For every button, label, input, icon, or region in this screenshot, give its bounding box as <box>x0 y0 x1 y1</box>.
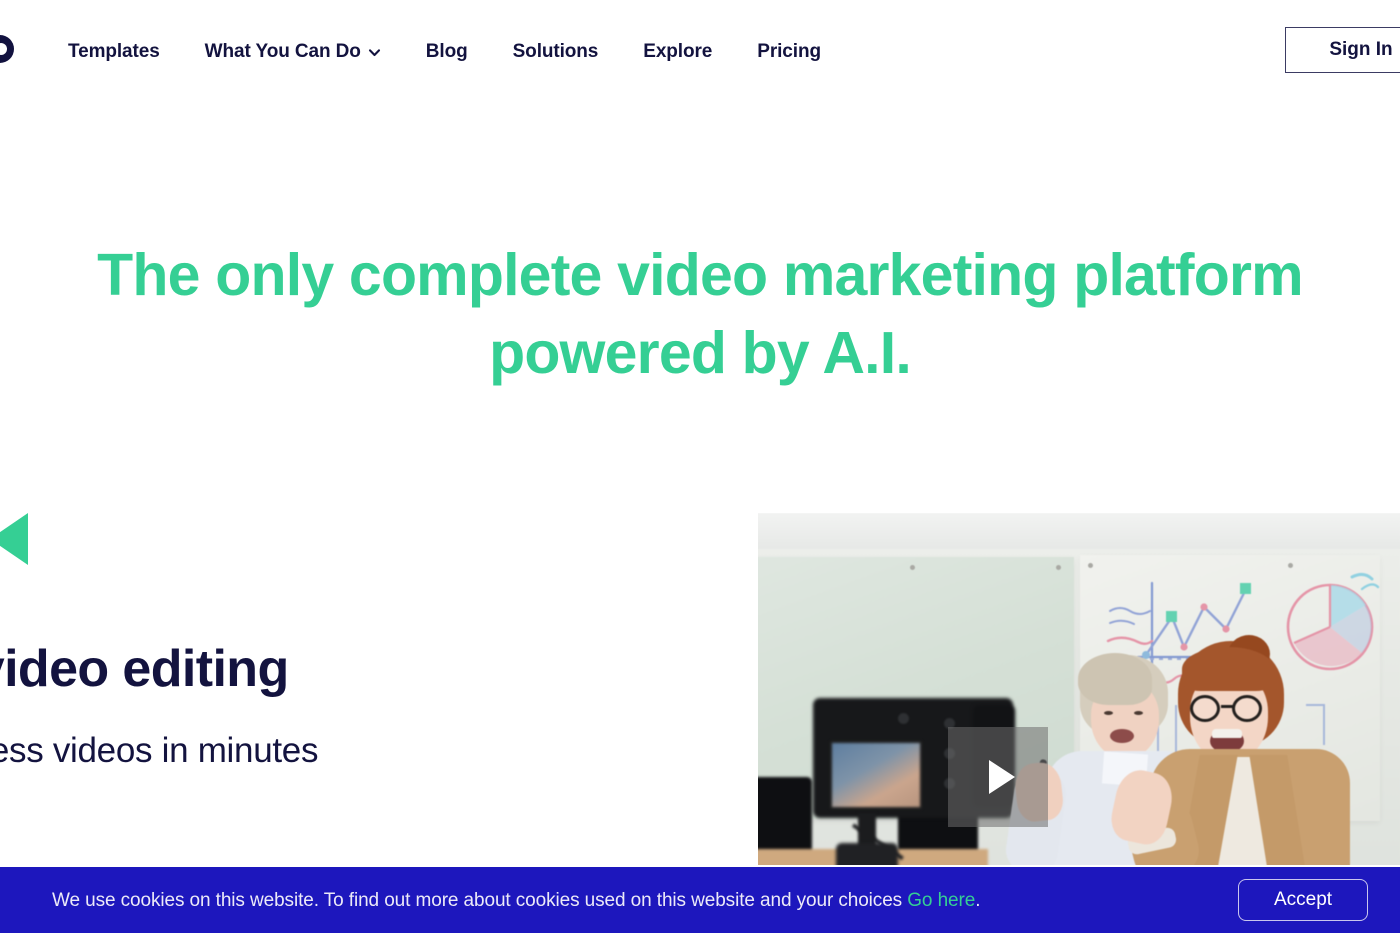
play-button[interactable] <box>948 727 1048 827</box>
feature-video-thumbnail[interactable] <box>758 513 1400 865</box>
site-header: Templates What You Can Do Blog Solutions… <box>0 0 1400 102</box>
nav-label-pricing: Pricing <box>757 40 821 62</box>
cookie-accept-label: Accept <box>1273 889 1333 910</box>
cookie-message: We use cookies on this website. To find … <box>52 891 980 910</box>
chevron-down-icon <box>368 46 381 59</box>
main-navigation: Templates What You Can Do Blog Solutions… <box>68 0 821 102</box>
cookie-policy-link[interactable]: Go here <box>907 890 975 911</box>
hero-headline: The only complete video marketing platfo… <box>97 242 1303 387</box>
cookie-consent-banner: We use cookies on this website. To find … <box>0 867 1400 933</box>
nav-label-explore: Explore <box>643 40 713 62</box>
nav-item-blog[interactable]: Blog <box>426 42 468 61</box>
nav-label-solutions: Solutions <box>512 40 599 62</box>
nav-label-what-you-can-do: What You Can Do <box>204 40 361 62</box>
feature-text-block: Simple video editing Create business vid… <box>0 640 495 772</box>
carousel-prev-button[interactable] <box>0 511 30 567</box>
nav-label-templates: Templates <box>68 40 160 62</box>
nav-item-solutions[interactable]: Solutions <box>513 42 599 61</box>
landing-page: Templates What You Can Do Blog Solutions… <box>0 0 1400 933</box>
feature-title: Simple video editing <box>0 640 289 698</box>
cookie-message-period: . <box>975 889 981 911</box>
cookie-accept-button[interactable]: Accept <box>1238 879 1368 921</box>
feature-subtitle: Create business videos in minutes <box>0 731 319 771</box>
triangle-left-icon <box>0 511 30 567</box>
cookie-message-text: We use cookies on this website. To find … <box>52 889 908 911</box>
sign-in-label: Sign In <box>1329 39 1393 60</box>
nav-label-blog: Blog <box>425 40 468 62</box>
nav-item-explore[interactable]: Explore <box>643 42 712 61</box>
play-triangle-icon <box>988 760 1015 794</box>
brand-logo-icon[interactable] <box>0 35 14 63</box>
nav-item-what-you-can-do[interactable]: What You Can Do <box>205 42 381 61</box>
nav-item-pricing[interactable]: Pricing <box>757 42 821 61</box>
nav-item-templates[interactable]: Templates <box>68 42 160 61</box>
video-scene-illustration <box>758 513 1400 865</box>
sign-in-button[interactable]: Sign In <box>1285 27 1400 73</box>
